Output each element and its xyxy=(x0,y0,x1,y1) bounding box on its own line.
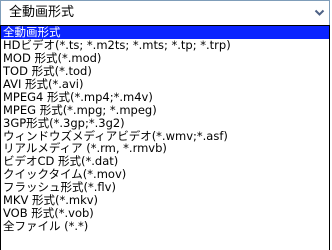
format-option-mpeg4[interactable]: MPEG4 形式(*.mp4;*.m4v) xyxy=(1,91,329,104)
dropdown-button[interactable] xyxy=(311,2,328,24)
format-select[interactable]: 全動画形式 xyxy=(0,0,330,26)
format-option-mod[interactable]: MOD 形式(*.mod) xyxy=(1,52,329,65)
format-option-mpeg[interactable]: MPEG 形式(*.mpg; *.mpeg) xyxy=(1,104,329,117)
format-option-vob[interactable]: VOB 形式(*.vob) xyxy=(1,207,329,220)
format-option-all-files[interactable]: 全ファイル (*.*) xyxy=(1,220,329,233)
format-option-flash[interactable]: フラッシュ形式(*.flv) xyxy=(1,181,329,194)
format-option-video-cd[interactable]: ビデオCD 形式(*.dat) xyxy=(1,155,329,168)
format-option-all-video[interactable]: 全動画形式 xyxy=(1,26,329,39)
chevron-down-icon xyxy=(314,9,325,16)
format-option-wmv[interactable]: ウィンドウズメディアビデオ(*.wmv;*.asf) xyxy=(1,130,329,143)
format-option-quicktime[interactable]: クイックタイム(*.mov) xyxy=(1,168,329,181)
format-option-3gp[interactable]: 3GP形式(*.3gp;*.3g2) xyxy=(1,117,329,130)
format-option-hd-video[interactable]: HDビデオ(*.ts; *.m2ts; *.mts; *.tp; *.trp) xyxy=(1,39,329,52)
format-select-value: 全動画形式 xyxy=(9,5,75,20)
format-option-tod[interactable]: TOD 形式(*.tod) xyxy=(1,65,329,78)
format-option-mkv[interactable]: MKV 形式(*.mkv) xyxy=(1,194,329,207)
format-option-list[interactable]: 全動画形式 HDビデオ(*.ts; *.m2ts; *.mts; *.tp; *… xyxy=(0,25,330,250)
format-option-avi[interactable]: AVI 形式(*.avi) xyxy=(1,78,329,91)
format-option-realmedia[interactable]: リアルメディア (*.rm, *.rmvb) xyxy=(1,142,329,155)
